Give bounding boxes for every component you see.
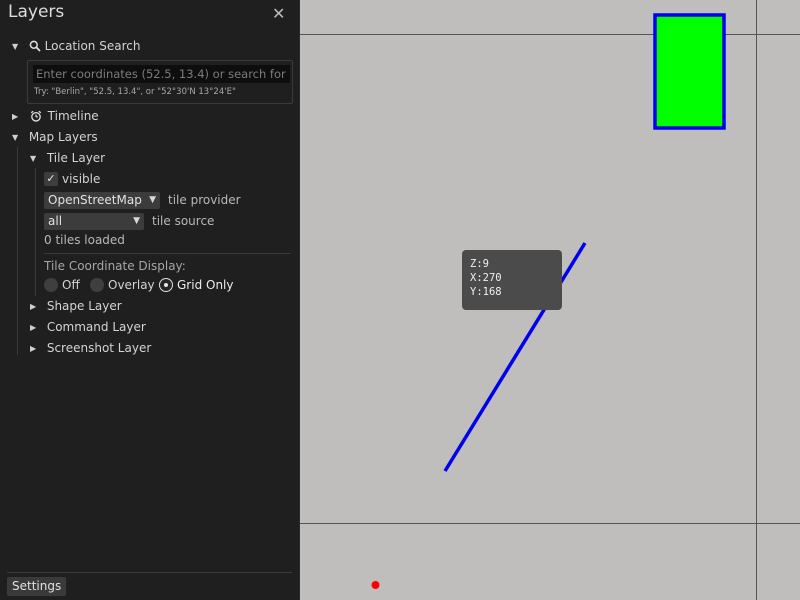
- screenshot-layer-header[interactable]: ▶ Screenshot Layer: [30, 338, 151, 358]
- command-layer-label: Command Layer: [46, 320, 146, 334]
- alarm-clock-icon: [30, 108, 42, 128]
- search-hint: Try: "Berlin", "52.5, 13.4", or "52°30'N…: [34, 87, 236, 97]
- timeline-header[interactable]: ▶ Timeline: [12, 106, 99, 126]
- map-view[interactable]: Z:9 X:270 Y:168: [300, 0, 800, 600]
- tile-coordinate-label: Z:9 X:270 Y:168: [462, 250, 562, 310]
- collapsed-triangle-icon: ▶: [30, 323, 37, 332]
- radio-overlay-label: Overlay: [108, 278, 155, 292]
- map-layers-label: Map Layers: [28, 130, 98, 144]
- location-search-header[interactable]: ▼ Location Search: [12, 36, 140, 56]
- expanded-triangle-icon: ▼: [12, 42, 19, 51]
- panel-title: Layers: [8, 2, 65, 22]
- location-search-input[interactable]: [33, 65, 290, 83]
- collapsed-triangle-icon: ▶: [30, 344, 37, 353]
- chevron-down-icon: ▼: [133, 216, 140, 226]
- tile-layer-header[interactable]: ▼ Tile Layer: [30, 148, 105, 168]
- expanded-triangle-icon: ▼: [12, 133, 19, 142]
- map-point-marker[interactable]: [371, 581, 380, 589]
- command-layer-header[interactable]: ▶ Command Layer: [30, 317, 146, 337]
- location-search-label: Location Search: [44, 39, 141, 53]
- location-search-box: Try: "Berlin", "52.5, 13.4", or "52°30'N…: [27, 60, 293, 104]
- map-layers-header[interactable]: ▼ Map Layers: [12, 127, 98, 147]
- tile-x-text: X:270: [470, 272, 502, 284]
- separator: [7, 572, 292, 573]
- tile-source-dropdown[interactable]: all ▼: [44, 213, 144, 230]
- shape-layer-header[interactable]: ▶ Shape Layer: [30, 296, 122, 316]
- tile-provider-label: tile provider: [168, 193, 241, 207]
- radio-grid-only[interactable]: [159, 278, 173, 292]
- tile-layer-label: Tile Layer: [46, 151, 106, 165]
- radio-off-label: Off: [62, 278, 80, 292]
- shape-layer-label: Shape Layer: [46, 299, 122, 313]
- close-icon[interactable]: ✕: [272, 4, 285, 23]
- screenshot-layer-label: Screenshot Layer: [46, 341, 152, 355]
- tiles-loaded-status: 0 tiles loaded: [44, 233, 125, 247]
- settings-button[interactable]: Settings: [7, 577, 67, 596]
- tree-indent-line: [35, 168, 36, 296]
- visible-checkbox[interactable]: ✓: [44, 172, 58, 186]
- radio-grid-only-label: Grid Only: [177, 278, 234, 292]
- tile-provider-dropdown[interactable]: OpenStreetMap ▼: [44, 192, 160, 209]
- timeline-label: Timeline: [47, 109, 99, 123]
- tree-indent-line: [17, 147, 18, 355]
- tile-source-value: all: [48, 214, 63, 228]
- tile-zoom-text: Z:9: [470, 258, 489, 270]
- magnifier-icon: [29, 38, 41, 58]
- tile-source-label: tile source: [152, 214, 215, 228]
- visible-label: visible: [62, 172, 101, 186]
- expanded-triangle-icon: ▼: [30, 154, 37, 163]
- collapsed-triangle-icon: ▶: [30, 302, 37, 311]
- radio-off[interactable]: [44, 278, 58, 292]
- chevron-down-icon: ▼: [149, 195, 156, 205]
- radio-overlay[interactable]: [90, 278, 104, 292]
- tile-y-text: Y:168: [470, 286, 502, 298]
- map-rectangle-shape[interactable]: [653, 13, 726, 130]
- separator: [44, 253, 291, 254]
- layers-panel: Layers ✕ ▼ Location Search Try: "Berlin"…: [0, 0, 300, 600]
- collapsed-triangle-icon: ▶: [12, 112, 19, 121]
- tile-coordinate-display-label: Tile Coordinate Display:: [44, 259, 186, 273]
- tile-provider-value: OpenStreetMap: [48, 193, 142, 207]
